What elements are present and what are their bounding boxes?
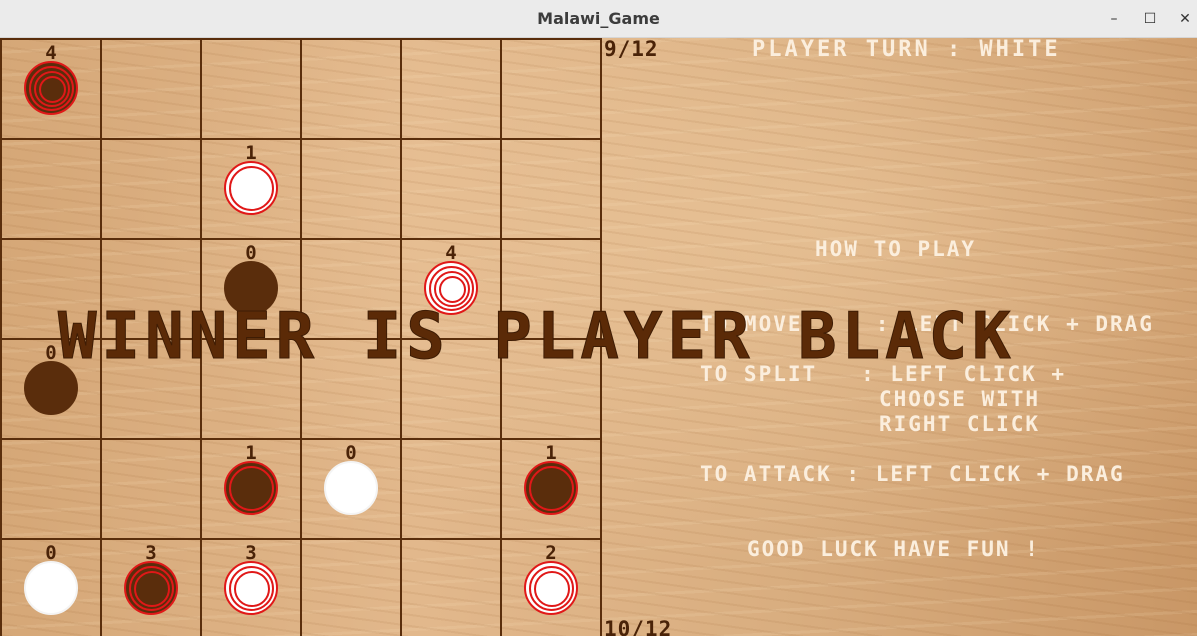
black-piece-disc bbox=[39, 76, 66, 103]
board-cell[interactable] bbox=[2, 440, 102, 540]
white-piece-disc bbox=[229, 166, 274, 211]
black-piece-stack[interactable] bbox=[523, 460, 579, 516]
board-cell[interactable] bbox=[202, 40, 302, 140]
white-piece-stack[interactable] bbox=[223, 160, 279, 216]
black-piece-stack[interactable] bbox=[23, 60, 79, 116]
white-piece-stack[interactable] bbox=[23, 560, 79, 616]
board-cell[interactable] bbox=[402, 440, 502, 540]
how-to-split-text-2: CHOOSE WITH bbox=[879, 387, 1041, 411]
good-luck-text: GOOD LUCK HAVE FUN ! bbox=[747, 537, 1040, 561]
page-counter-top: 9/12 bbox=[604, 38, 659, 61]
piece-count-label: 3 bbox=[145, 542, 157, 564]
game-canvas: 410401010332 9/12 10/12 PLAYER TURN : WH… bbox=[0, 38, 1197, 636]
white-piece-disc bbox=[324, 461, 378, 515]
piece-count-label: 0 bbox=[245, 242, 257, 264]
board-cell[interactable] bbox=[102, 440, 202, 540]
board-cell[interactable] bbox=[402, 540, 502, 636]
piece-count-label: 0 bbox=[345, 442, 357, 464]
white-piece-stack[interactable] bbox=[323, 460, 379, 516]
piece-count-label: 4 bbox=[445, 242, 457, 264]
piece-count-label: 1 bbox=[245, 442, 257, 464]
how-to-play-title: HOW TO PLAY bbox=[815, 237, 977, 261]
minimize-icon[interactable]: – bbox=[1103, 8, 1125, 30]
piece-count-label: 0 bbox=[45, 542, 57, 564]
piece-count-label: 4 bbox=[45, 42, 57, 64]
maximize-icon[interactable]: ☐ bbox=[1139, 8, 1161, 30]
board-cell[interactable] bbox=[302, 540, 402, 636]
window-title: Malawi_Game bbox=[537, 9, 660, 28]
winner-banner: WINNER IS PLAYER BLACK bbox=[58, 300, 1016, 375]
piece-count-label: 3 bbox=[245, 542, 257, 564]
board-cell[interactable] bbox=[2, 140, 102, 240]
board-cell[interactable] bbox=[502, 140, 602, 240]
close-icon[interactable]: ✕ bbox=[1174, 8, 1196, 30]
title-bar[interactable]: Malawi_Game – ☐ ✕ bbox=[0, 0, 1197, 38]
white-piece-stack[interactable] bbox=[223, 560, 279, 616]
board-cell[interactable] bbox=[102, 140, 202, 240]
page-counter-bottom: 10/12 bbox=[604, 617, 673, 636]
piece-count-label: 1 bbox=[545, 442, 557, 464]
board-cell[interactable] bbox=[502, 40, 602, 140]
board-cell[interactable] bbox=[102, 40, 202, 140]
black-piece-disc bbox=[229, 466, 274, 511]
black-piece-disc bbox=[529, 466, 574, 511]
how-to-split-text-3: RIGHT CLICK bbox=[879, 412, 1041, 436]
piece-count-label: 1 bbox=[245, 142, 257, 164]
white-piece-disc bbox=[24, 561, 78, 615]
black-piece-disc bbox=[134, 571, 170, 607]
black-piece-stack[interactable] bbox=[123, 560, 179, 616]
white-piece-disc bbox=[234, 571, 270, 607]
white-piece-stack[interactable] bbox=[523, 560, 579, 616]
how-to-attack-text: TO ATTACK : LEFT CLICK + DRAG bbox=[700, 462, 1125, 486]
piece-count-label: 2 bbox=[545, 542, 557, 564]
white-piece-disc bbox=[439, 276, 466, 303]
board-cell[interactable] bbox=[402, 40, 502, 140]
board-cell[interactable] bbox=[302, 40, 402, 140]
player-turn-label: PLAYER TURN : WHITE bbox=[752, 38, 1061, 62]
board-cell[interactable] bbox=[402, 140, 502, 240]
white-piece-disc bbox=[534, 571, 570, 607]
black-piece-stack[interactable] bbox=[223, 460, 279, 516]
board-cell[interactable] bbox=[302, 140, 402, 240]
game-window: Malawi_Game – ☐ ✕ 410401010332 9/12 10/1… bbox=[0, 0, 1197, 636]
